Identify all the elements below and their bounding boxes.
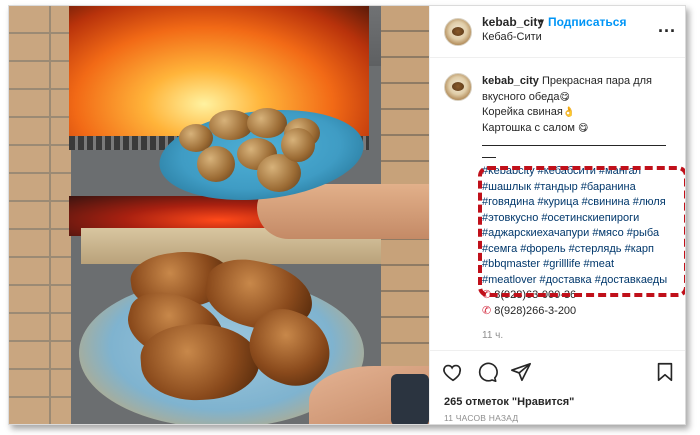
- share-icon[interactable]: [510, 361, 532, 383]
- caption-line: вкусного обеда😋: [482, 90, 678, 106]
- caption-line-text: Картошка с салом: [482, 121, 575, 134]
- caption-avatar[interactable]: [444, 73, 472, 101]
- yum-emoji-icon: 😋: [559, 91, 570, 103]
- more-options-icon[interactable]: ...: [658, 16, 676, 37]
- caption-line-text: Корейка свиная: [482, 106, 563, 118]
- phone-number: 8(928)266-3-200: [494, 304, 577, 317]
- phone-icon: ✆: [482, 304, 492, 317]
- heart-icon[interactable]: [442, 361, 464, 383]
- follow-button[interactable]: Подписаться: [548, 15, 626, 29]
- caption-line: kebab_city Прекрасная пара для: [482, 74, 678, 90]
- photo-potato: [281, 128, 315, 162]
- header-username[interactable]: kebab_city: [482, 15, 544, 29]
- hashtag-line[interactable]: #шашлык #тандыр #баранина: [482, 180, 678, 196]
- avatar[interactable]: [444, 18, 472, 46]
- caption-line: Картошка с салом 😋: [482, 121, 678, 137]
- phone-icon: ✆: [482, 289, 492, 301]
- photo-watch: [391, 374, 429, 424]
- hashtag-line[interactable]: #meatlover #доставка #доставкаеды: [482, 273, 678, 289]
- post-header: kebab_city • Подписаться Кебаб-Сити ...: [430, 6, 685, 58]
- yum-emoji-icon: 😋: [577, 122, 589, 134]
- caption-text: kebab_city Прекрасная пара для вкусного …: [482, 74, 678, 344]
- bookmark-icon[interactable]: [654, 361, 676, 383]
- caption-line: Корейка свиная👌: [482, 105, 678, 121]
- likes-count[interactable]: 265 отметок "Нравится": [444, 396, 574, 408]
- hashtag-line[interactable]: #семга #форель #стерлядь #карп: [482, 242, 678, 258]
- caption-line-text: вкусного обеда: [482, 90, 560, 103]
- hashtag-line[interactable]: #этовкусно #осетинскиепироги: [482, 211, 678, 227]
- instagram-post-window: kebab_city • Подписаться Кебаб-Сити ... …: [8, 5, 686, 425]
- phone-line: ✆ 8(928)266-3-200: [482, 304, 678, 320]
- post-actions-bar: 265 отметок "Нравится" 11 ЧАСОВ НАЗАД: [430, 350, 685, 424]
- caption-username[interactable]: kebab_city: [482, 75, 539, 87]
- phone-number: 8(928)63-000-36: [494, 289, 577, 301]
- caption-area[interactable]: kebab_city Прекрасная пара для вкусного …: [430, 58, 685, 350]
- photo-potato: [197, 146, 235, 182]
- divider-line: [482, 136, 666, 146]
- caption-line-text: Прекрасная пара для: [541, 75, 652, 87]
- photo-potato: [247, 108, 287, 138]
- hashtag-line[interactable]: #kebabcity #кебабсити #мангал: [482, 164, 678, 180]
- caption-age: 11 ч.: [482, 330, 504, 341]
- ok-hand-emoji-icon: 👌: [562, 107, 576, 118]
- comment-icon[interactable]: [476, 361, 498, 383]
- post-photo[interactable]: [9, 6, 429, 424]
- divider-line-short: [482, 146, 496, 158]
- photo-brick-wall-left: [9, 6, 71, 424]
- separator-dot: •: [539, 14, 544, 28]
- hashtag-line[interactable]: #bbqmaster #grilllife #meat: [482, 257, 678, 273]
- hashtag-line[interactable]: #говядина #курица #свинина #люля: [482, 195, 678, 211]
- post-timestamp[interactable]: 11 ЧАСОВ НАЗАД: [444, 413, 518, 423]
- post-side-panel: kebab_city • Подписаться Кебаб-Сити ... …: [429, 6, 685, 424]
- hashtag-line[interactable]: #аджарскиехачапури #мясо #рыба: [482, 226, 678, 242]
- location-link[interactable]: Кебаб-Сити: [482, 31, 542, 43]
- phone-line: ✆ 8(928)63-000-36: [482, 288, 678, 304]
